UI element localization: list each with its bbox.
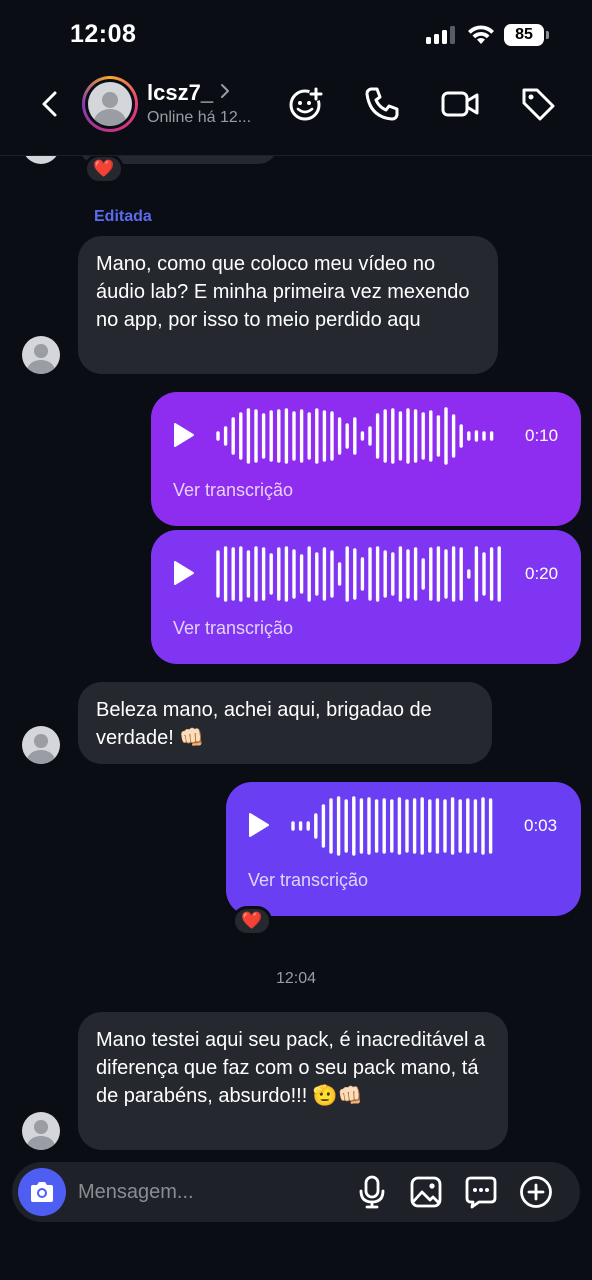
camera-icon	[31, 1182, 53, 1202]
avatar[interactable]	[22, 1112, 60, 1150]
tag-icon[interactable]	[518, 84, 558, 124]
audio-waveform	[216, 546, 501, 602]
camera-button[interactable]	[18, 1168, 66, 1216]
video-camera-icon[interactable]	[440, 84, 480, 124]
play-icon[interactable]	[173, 422, 195, 448]
audio-message[interactable]: 0:03 Ver transcrição	[226, 782, 581, 916]
audio-duration: 0:03	[524, 816, 558, 835]
chevron-left-icon[interactable]	[34, 88, 66, 120]
plus-circle-icon[interactable]	[518, 1174, 554, 1210]
contact-avatar[interactable]	[82, 76, 138, 132]
audio-waveform	[216, 407, 494, 465]
incoming-message[interactable]: Beleza mano, achei aqui, brigadao de ver…	[78, 682, 492, 764]
avatar[interactable]	[22, 336, 60, 374]
signal-icon	[426, 26, 458, 44]
contact-name[interactable]: lcsz7_	[147, 80, 213, 106]
status-bar: 12:08 85	[0, 0, 592, 68]
audio-message[interactable]: 0:20 Ver transcrição	[151, 530, 581, 664]
contact-status: Online há 12...	[147, 109, 252, 126]
avatar[interactable]	[22, 726, 60, 764]
view-transcription-link[interactable]: Ver transcrição	[248, 870, 368, 891]
view-transcription-link[interactable]: Ver transcrição	[173, 618, 293, 639]
incoming-message[interactable]: Mano, como que coloco meu vídeo no áudio…	[78, 236, 498, 374]
audio-message[interactable]: 0:10 Ver transcrição	[151, 392, 581, 526]
heart-reaction[interactable]: ❤️	[84, 154, 124, 184]
message-text: Mano, como que coloco meu vídeo no áudio…	[96, 253, 470, 331]
message-input[interactable]	[78, 1162, 338, 1222]
incoming-message[interactable]: Mano testei aqui seu pack, é inacreditáv…	[78, 1012, 508, 1150]
microphone-icon[interactable]	[354, 1174, 390, 1210]
heart-reaction[interactable]: ❤️	[232, 906, 272, 936]
audio-duration: 0:10	[525, 426, 559, 445]
chat-header: lcsz7_ Online há 12...	[0, 68, 592, 156]
message-composer	[12, 1162, 580, 1222]
play-icon[interactable]	[248, 812, 270, 838]
audio-duration: 0:20	[525, 564, 559, 583]
sticker-icon[interactable]	[463, 1174, 499, 1210]
chevron-right-icon[interactable]	[218, 82, 232, 100]
audio-waveform	[291, 796, 493, 856]
add-emoji-icon[interactable]	[286, 84, 326, 124]
time-separator: 12:04	[275, 970, 317, 987]
battery-indicator: 85	[504, 24, 544, 46]
play-icon[interactable]	[173, 560, 195, 586]
view-transcription-link[interactable]: Ver transcrição	[173, 480, 293, 501]
status-time: 12:08	[70, 20, 137, 48]
battery-nub	[546, 31, 549, 39]
message-text: Beleza mano, achei aqui, brigadao de ver…	[96, 699, 432, 749]
image-icon[interactable]	[408, 1174, 444, 1210]
phone-icon[interactable]	[362, 84, 402, 124]
edited-label: Editada	[94, 208, 152, 225]
wifi-icon	[468, 25, 494, 44]
message-text: Mano testei aqui seu pack, é inacreditáv…	[96, 1029, 486, 1107]
